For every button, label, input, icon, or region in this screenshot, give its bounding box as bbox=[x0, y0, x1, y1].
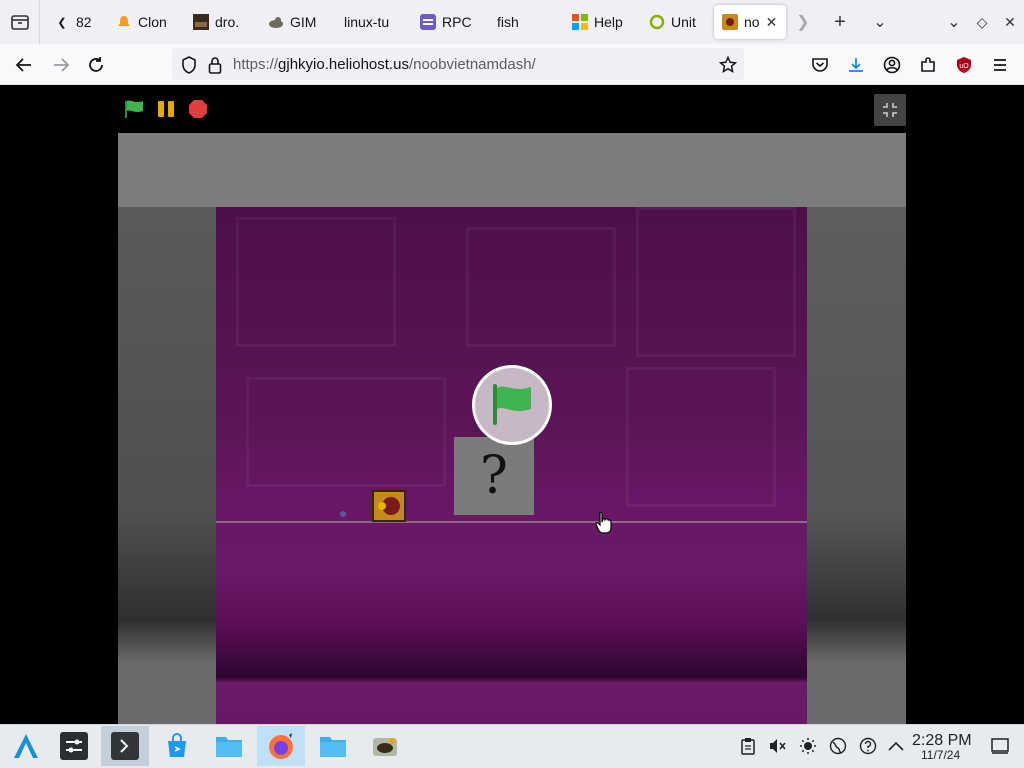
downloads-icon[interactable] bbox=[841, 50, 871, 80]
clipboard-icon[interactable] bbox=[738, 736, 758, 756]
url-host: gjhkyio.heliohost.us bbox=[278, 56, 409, 73]
tab-label: dro. bbox=[215, 14, 240, 30]
image-icon bbox=[193, 14, 209, 30]
tab-fish[interactable]: fish bbox=[497, 5, 537, 39]
background-square bbox=[626, 367, 776, 507]
start-flag-button[interactable] bbox=[472, 365, 552, 445]
hamburger-menu-icon[interactable] bbox=[985, 50, 1015, 80]
app-launcher-icon[interactable] bbox=[2, 726, 50, 766]
url-text: https://gjhkyio.heliohost.us/noobvietnam… bbox=[233, 56, 536, 73]
show-tray-chevron-up-icon[interactable] bbox=[886, 736, 906, 756]
help-icon[interactable] bbox=[858, 736, 878, 756]
background-square bbox=[246, 377, 446, 487]
green-flag-icon bbox=[493, 384, 531, 425]
pause-icon[interactable] bbox=[157, 99, 175, 124]
ublock-origin-icon[interactable]: uO bbox=[949, 50, 979, 80]
tab-help[interactable]: Help bbox=[572, 5, 624, 39]
gimp-icon bbox=[268, 14, 284, 30]
close-tab-icon[interactable]: ✕ bbox=[766, 14, 778, 31]
forward-icon[interactable] bbox=[46, 50, 76, 80]
show-desktop-icon[interactable] bbox=[990, 736, 1010, 756]
game-icon bbox=[722, 14, 738, 30]
tab-gim[interactable]: GIM bbox=[268, 5, 320, 39]
particle-dot bbox=[340, 511, 346, 517]
unity-icon bbox=[649, 14, 665, 30]
tab-linux-tu[interactable]: linux-tu bbox=[344, 5, 398, 39]
clock-date[interactable]: 11/7/24 bbox=[921, 748, 960, 762]
scroll-tabs-right-icon[interactable]: ❯ bbox=[789, 8, 817, 36]
ground-line bbox=[216, 521, 807, 523]
tab-label: linux-tu bbox=[344, 14, 390, 30]
chevron-down-icon[interactable]: ⌄ bbox=[866, 8, 894, 36]
bell-icon bbox=[116, 14, 132, 30]
tab-clon[interactable]: Clon bbox=[116, 5, 172, 39]
lock-icon[interactable] bbox=[200, 50, 230, 80]
game-page: ? bbox=[0, 85, 1024, 724]
coffee-icon[interactable] bbox=[361, 726, 409, 766]
back-icon[interactable] bbox=[9, 50, 39, 80]
url-path: /noobvietnamdash/ bbox=[408, 56, 536, 73]
reload-icon[interactable] bbox=[81, 50, 111, 80]
tab-list-button[interactable] bbox=[0, 0, 40, 44]
microsoft-icon bbox=[572, 14, 588, 30]
fullscreen-button[interactable] bbox=[874, 94, 906, 126]
rpc-icon bbox=[420, 14, 436, 30]
store-icon[interactable] bbox=[153, 726, 201, 766]
fullscreen-icon bbox=[883, 103, 897, 117]
stage-right-band bbox=[807, 207, 906, 724]
tab-label: Help bbox=[594, 14, 623, 30]
folder-icon[interactable] bbox=[309, 726, 357, 766]
stage-top-band bbox=[118, 133, 906, 207]
folder-tabs-icon bbox=[10, 15, 29, 30]
background-square bbox=[466, 227, 616, 347]
tab-active-game[interactable]: no ✕ bbox=[714, 5, 786, 39]
stop-icon[interactable] bbox=[188, 99, 208, 124]
background-square bbox=[636, 207, 796, 357]
hand-cursor-icon bbox=[594, 511, 614, 540]
terminal-icon[interactable] bbox=[101, 726, 149, 766]
chevron-left-icon: ❮ bbox=[57, 16, 67, 29]
tab-label: no bbox=[744, 14, 760, 30]
tab-dro[interactable]: dro. bbox=[193, 5, 245, 39]
close-window-icon[interactable]: ✕ bbox=[996, 8, 1024, 36]
tab-label: Clon bbox=[138, 14, 167, 30]
pocket-icon[interactable] bbox=[805, 50, 835, 80]
tab-label: 82 bbox=[76, 14, 92, 30]
game-stage[interactable]: ? bbox=[118, 133, 906, 724]
bookmark-star-icon[interactable] bbox=[713, 50, 743, 80]
stage-left-band bbox=[118, 207, 216, 724]
maximize-window-icon[interactable]: ◇ bbox=[968, 8, 996, 36]
tab-rpc[interactable]: RPC bbox=[420, 5, 472, 39]
question-mark: ? bbox=[480, 446, 508, 506]
svg-text:uO: uO bbox=[959, 63, 969, 70]
account-icon[interactable] bbox=[877, 50, 907, 80]
volume-muted-icon[interactable] bbox=[767, 736, 787, 756]
settings-icon[interactable] bbox=[50, 726, 98, 766]
background-square bbox=[236, 217, 396, 347]
tab-82[interactable]: ❮ 82 bbox=[54, 5, 100, 39]
extensions-puzzle-icon[interactable] bbox=[913, 50, 943, 80]
tab-label: GIM bbox=[290, 14, 317, 30]
player-cube bbox=[372, 490, 406, 522]
tab-label: RPC bbox=[442, 14, 472, 30]
green-flag-icon[interactable] bbox=[124, 99, 146, 124]
new-tab-icon[interactable]: + bbox=[826, 8, 854, 36]
tab-label: Unit bbox=[671, 14, 696, 30]
firefox-icon[interactable] bbox=[257, 726, 305, 766]
tab-unit[interactable]: Unit bbox=[649, 5, 699, 39]
question-block: ? bbox=[454, 437, 534, 515]
file-manager-icon[interactable] bbox=[205, 726, 253, 766]
url-scheme: https:// bbox=[233, 56, 279, 73]
brightness-icon[interactable] bbox=[798, 736, 818, 756]
network-globe-icon[interactable] bbox=[828, 736, 848, 756]
minimize-window-icon[interactable]: ⌄ bbox=[940, 8, 968, 36]
tab-label: fish bbox=[497, 14, 519, 30]
